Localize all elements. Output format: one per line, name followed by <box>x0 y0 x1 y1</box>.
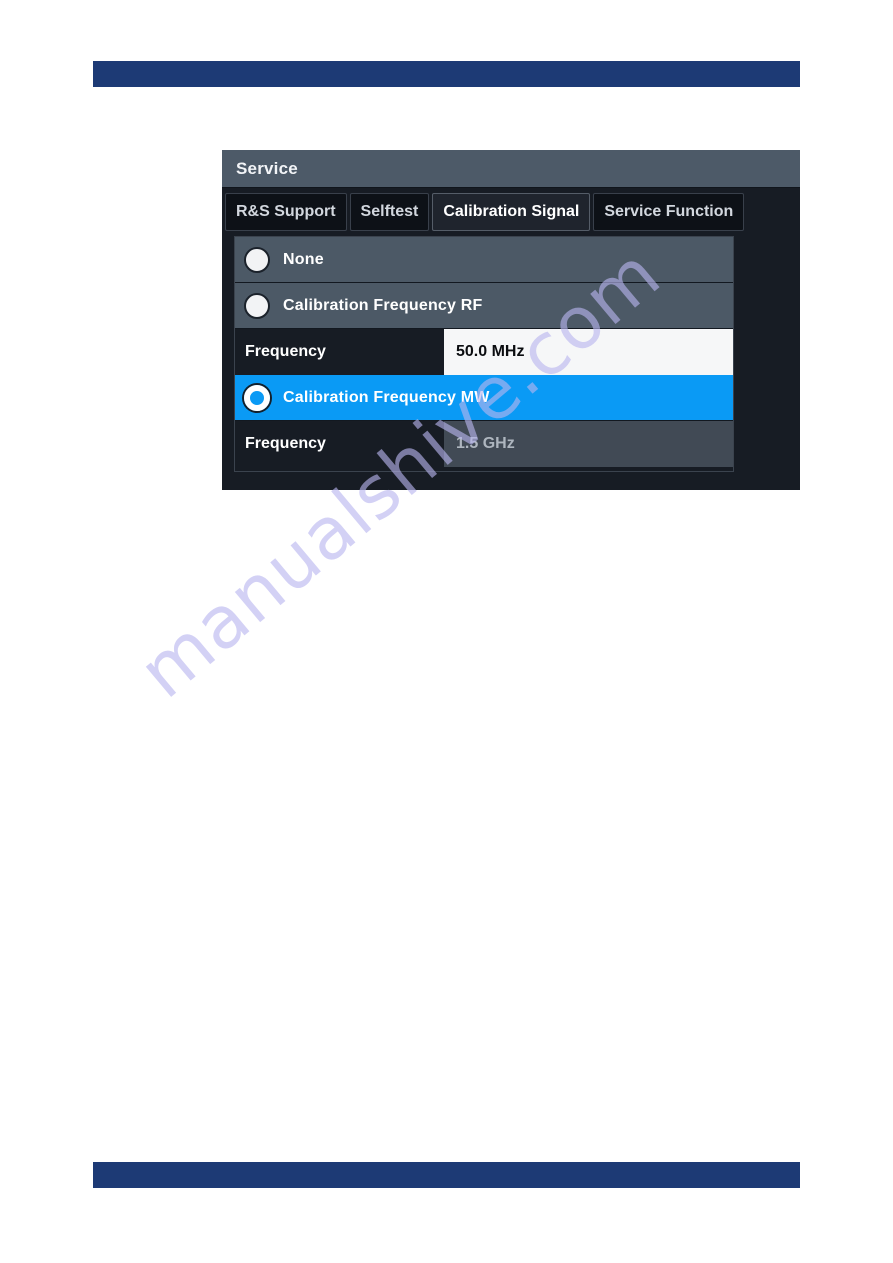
option-row-calibration-frequency-mw[interactable]: Calibration Frequency MW <box>235 375 733 421</box>
frequency-rf-input[interactable]: 50.0 MHz <box>444 329 733 375</box>
tab-calibration-signal[interactable]: Calibration Signal <box>432 193 591 231</box>
tab-label: Selftest <box>360 203 419 220</box>
dialog-title: Service <box>236 159 298 178</box>
radio-button-selected-icon[interactable] <box>244 384 270 411</box>
tab-label: R&S Support <box>236 203 336 220</box>
dialog-body: R&S Support Selftest Calibration Signal … <box>222 188 800 490</box>
option-row-none[interactable]: None <box>235 237 733 283</box>
radio-button-icon[interactable] <box>244 246 270 273</box>
option-label: Calibration Frequency RF <box>283 296 483 314</box>
frequency-mw-input[interactable]: 1.5 GHz <box>444 421 733 467</box>
option-row-calibration-frequency-rf[interactable]: Calibration Frequency RF <box>235 283 733 329</box>
tab-label: Service Function <box>604 203 734 220</box>
tab-service-function[interactable]: Service Function <box>593 193 745 231</box>
tab-bar: R&S Support Selftest Calibration Signal … <box>225 193 747 231</box>
calibration-signal-option-list: None Calibration Frequency RF Frequency … <box>234 236 734 472</box>
field-label: Frequency <box>245 435 326 452</box>
field-row-frequency-rf[interactable]: Frequency 50.0 MHz <box>235 329 733 375</box>
dialog-title-bar: Service <box>222 150 800 188</box>
tab-rs-support[interactable]: R&S Support <box>225 193 347 231</box>
option-label: Calibration Frequency MW <box>283 388 490 406</box>
page-header-rule <box>93 61 800 87</box>
field-row-frequency-mw[interactable]: Frequency 1.5 GHz <box>235 421 733 467</box>
tab-label: Calibration Signal <box>443 203 580 220</box>
tab-selftest[interactable]: Selftest <box>349 193 430 231</box>
field-label: Frequency <box>245 343 326 360</box>
option-label: None <box>283 250 324 268</box>
radio-button-icon[interactable] <box>244 292 270 319</box>
instrument-screenshot: Service R&S Support Selftest Calibration… <box>222 150 800 490</box>
page-footer-rule <box>93 1162 800 1188</box>
